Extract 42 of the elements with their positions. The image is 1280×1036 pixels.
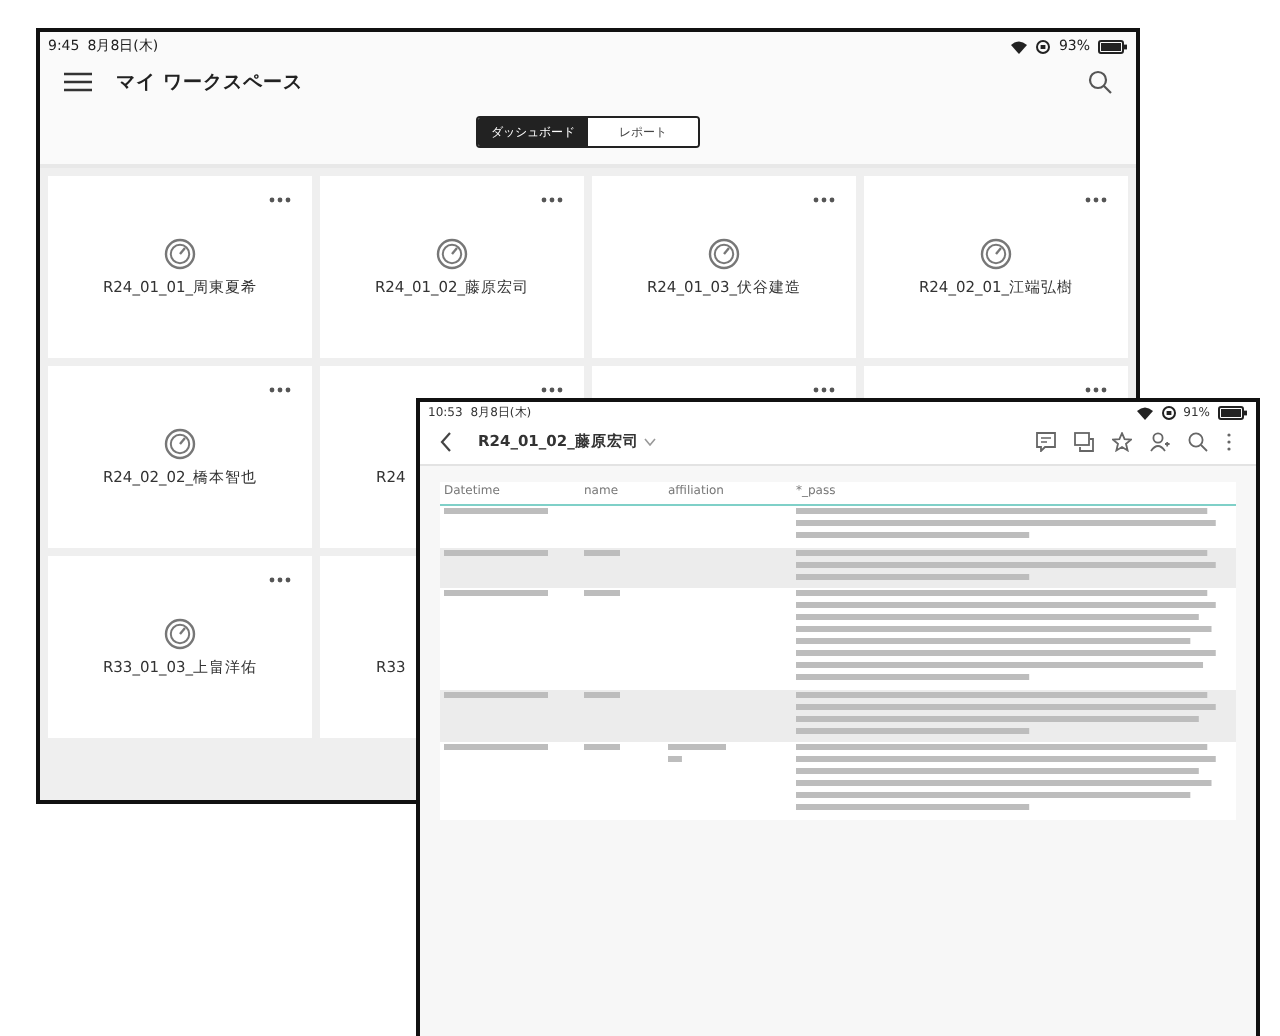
blurred-text-drawing [584,549,620,558]
more-vertical-icon[interactable] [1226,432,1232,452]
blurred-text-drawing [584,744,620,753]
blurred-text-drawing [584,590,620,599]
add-person-icon[interactable] [1150,432,1170,452]
blurred-text-drawing [584,691,620,700]
back-icon[interactable] [440,432,452,452]
blurred-text-drawing [444,691,549,700]
more-icon[interactable] [540,386,564,394]
gauge-icon [980,238,1012,270]
more-icon[interactable] [268,386,292,394]
battery-icon [1218,405,1248,419]
more-icon[interactable] [540,196,564,204]
more-icon[interactable] [812,386,836,394]
star-icon[interactable] [1112,432,1132,452]
wifi-icon [1010,39,1029,53]
blurred-text-drawing [668,744,726,765]
more-icon[interactable] [812,196,836,204]
blurred-text-drawing [444,508,549,517]
gauge-icon [164,428,196,460]
chevron-down-icon[interactable] [644,438,657,446]
blurred-text-drawing [444,549,549,558]
more-icon[interactable] [1084,196,1108,204]
gauge-icon [708,238,740,270]
menu-icon[interactable] [64,72,92,92]
blurred-text-drawing [444,590,549,599]
search-icon[interactable] [1188,432,1208,452]
comment-icon[interactable] [1036,432,1056,452]
gauge-icon [164,238,196,270]
copy-icon[interactable] [1074,432,1094,452]
blurred-text-drawing [444,744,549,753]
lock-rotation-icon [1161,405,1176,419]
more-icon[interactable] [268,196,292,204]
gauge-icon [164,618,196,650]
search-icon[interactable] [1088,70,1112,94]
battery-icon [1098,39,1128,53]
lock-rotation-icon [1036,39,1051,53]
more-icon[interactable] [1084,386,1108,394]
page-title: マイ ワークスペース [116,69,303,95]
wifi-icon [1135,405,1154,419]
more-icon[interactable] [268,576,292,584]
gauge-icon [436,238,468,270]
